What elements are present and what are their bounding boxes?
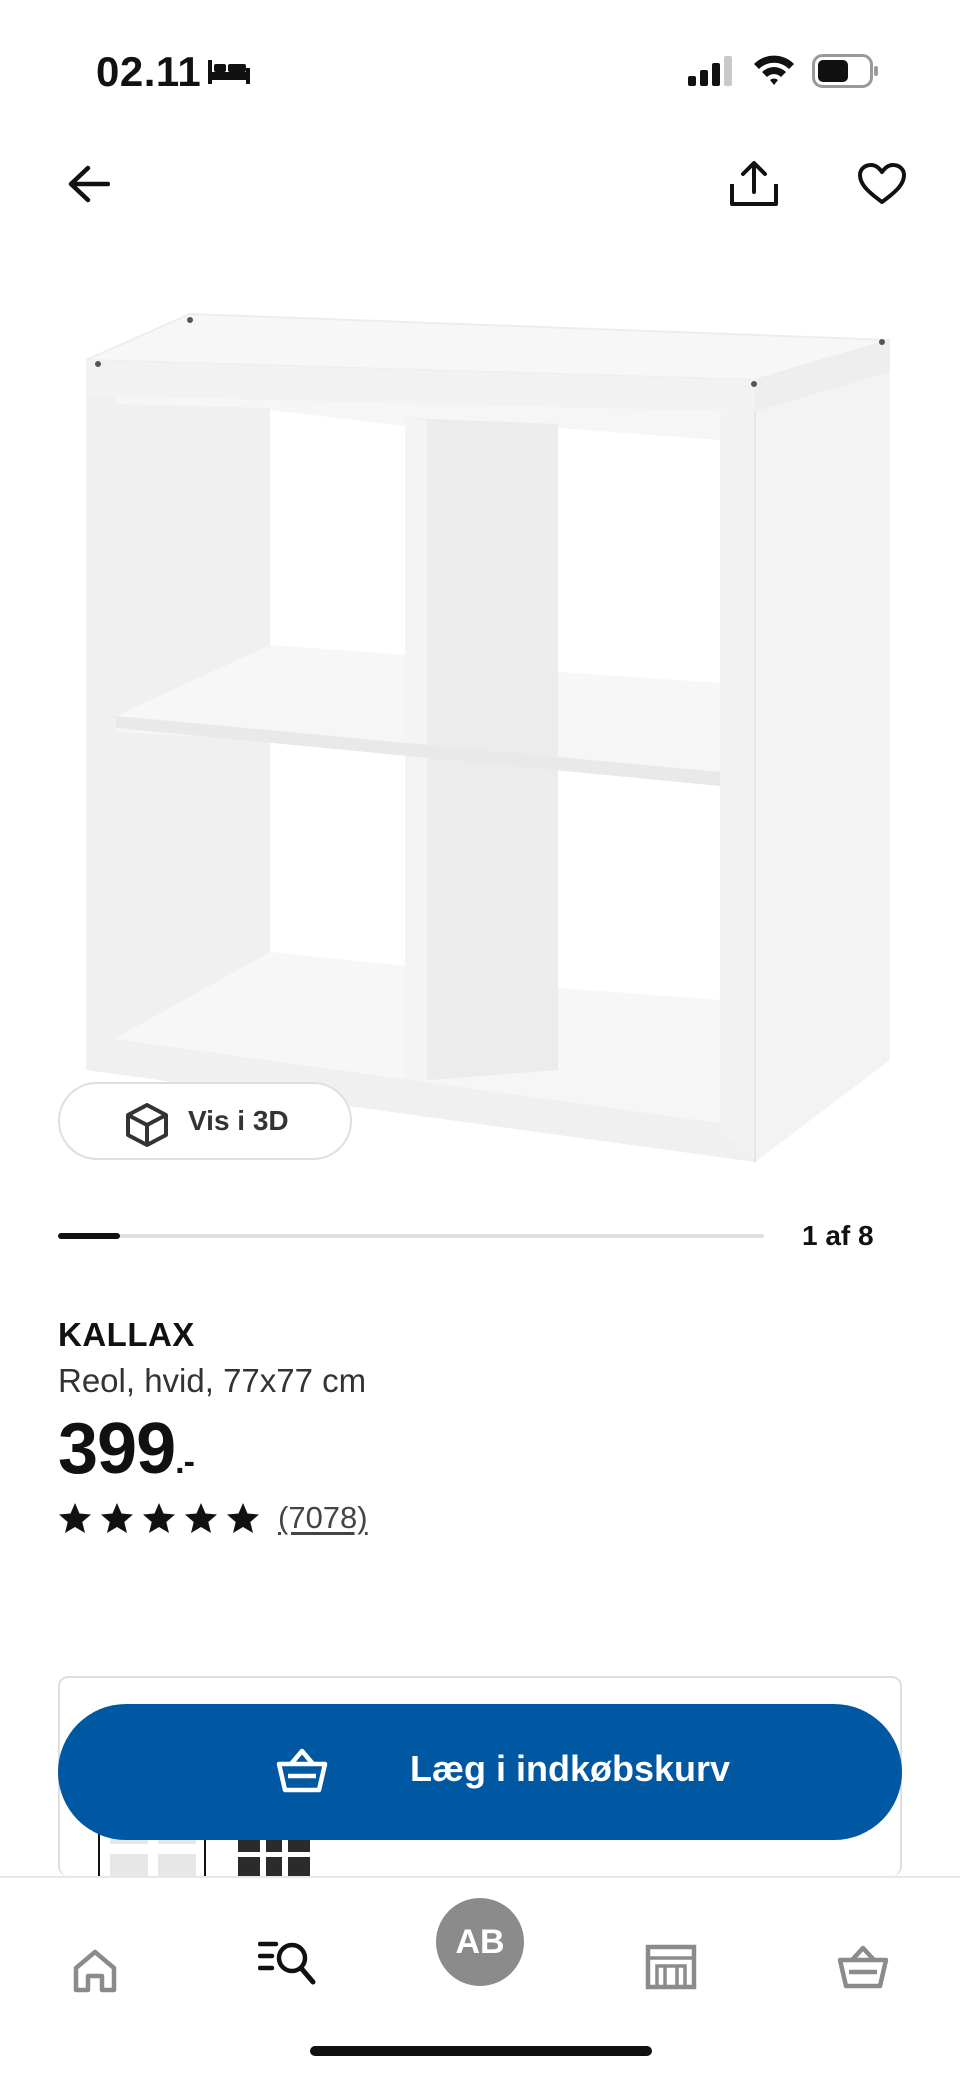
- store-icon: [645, 1944, 697, 1990]
- star-icon: [185, 1503, 217, 1533]
- add-to-cart-button[interactable]: Læg i indkøbskurv: [58, 1704, 902, 1840]
- gallery-progress-fill: [58, 1233, 120, 1239]
- tab-cart[interactable]: [828, 1932, 898, 2002]
- rating-stars[interactable]: [58, 1502, 260, 1534]
- battery-icon: [812, 54, 880, 93]
- cube-icon: [124, 1102, 170, 1153]
- tab-profile-avatar[interactable]: AB: [436, 1898, 524, 1986]
- bed-icon: [206, 56, 252, 91]
- status-bar: 02.11: [0, 0, 960, 140]
- product-description: Reol, hvid, 77x77 cm: [58, 1362, 367, 1399]
- cellular-signal-icon: [688, 56, 736, 91]
- share-icon: [730, 161, 778, 206]
- tab-store[interactable]: [636, 1932, 706, 2002]
- tab-home[interactable]: [60, 1936, 130, 2006]
- avatar-initials: AB: [455, 1922, 505, 1961]
- back-button[interactable]: [60, 156, 116, 212]
- price-value: 399: [58, 1409, 176, 1489]
- gallery-page-indicator: 1 af 8: [802, 1220, 874, 1251]
- wifi-icon: [752, 52, 796, 91]
- product-name: KALLAX: [58, 1316, 195, 1353]
- shopping-basket-icon: [276, 1746, 328, 1799]
- search-list-icon: [258, 1941, 316, 1985]
- price-suffix: .-: [175, 1443, 195, 1481]
- add-to-cart-label: Læg i indkøbskurv: [410, 1748, 731, 1789]
- home-indicator: [310, 2046, 652, 2056]
- arrow-left-icon: [68, 165, 110, 203]
- star-icon: [59, 1503, 91, 1533]
- star-icon: [227, 1503, 259, 1533]
- gallery-progress-bar: [58, 1233, 764, 1239]
- star-icon: [101, 1503, 133, 1533]
- star-icon: [143, 1503, 175, 1533]
- status-time: 02.11: [96, 48, 202, 95]
- tab-search[interactable]: [252, 1928, 322, 1998]
- home-icon: [73, 1949, 117, 1993]
- bottom-tab-bar: AB: [0, 1876, 960, 2081]
- heart-icon: [858, 163, 906, 204]
- shopping-basket-icon: [837, 1945, 889, 1989]
- view-3d-button[interactable]: Vis i 3D: [58, 1082, 352, 1160]
- share-button[interactable]: [726, 156, 782, 212]
- view-3d-label: Vis i 3D: [188, 1105, 289, 1136]
- favorite-button[interactable]: [854, 156, 910, 212]
- product-image[interactable]: [70, 300, 891, 1180]
- shelf-illustration: [85, 312, 891, 1162]
- review-count-link[interactable]: (7078): [278, 1500, 368, 1536]
- product-price: 399.-: [58, 1408, 195, 1490]
